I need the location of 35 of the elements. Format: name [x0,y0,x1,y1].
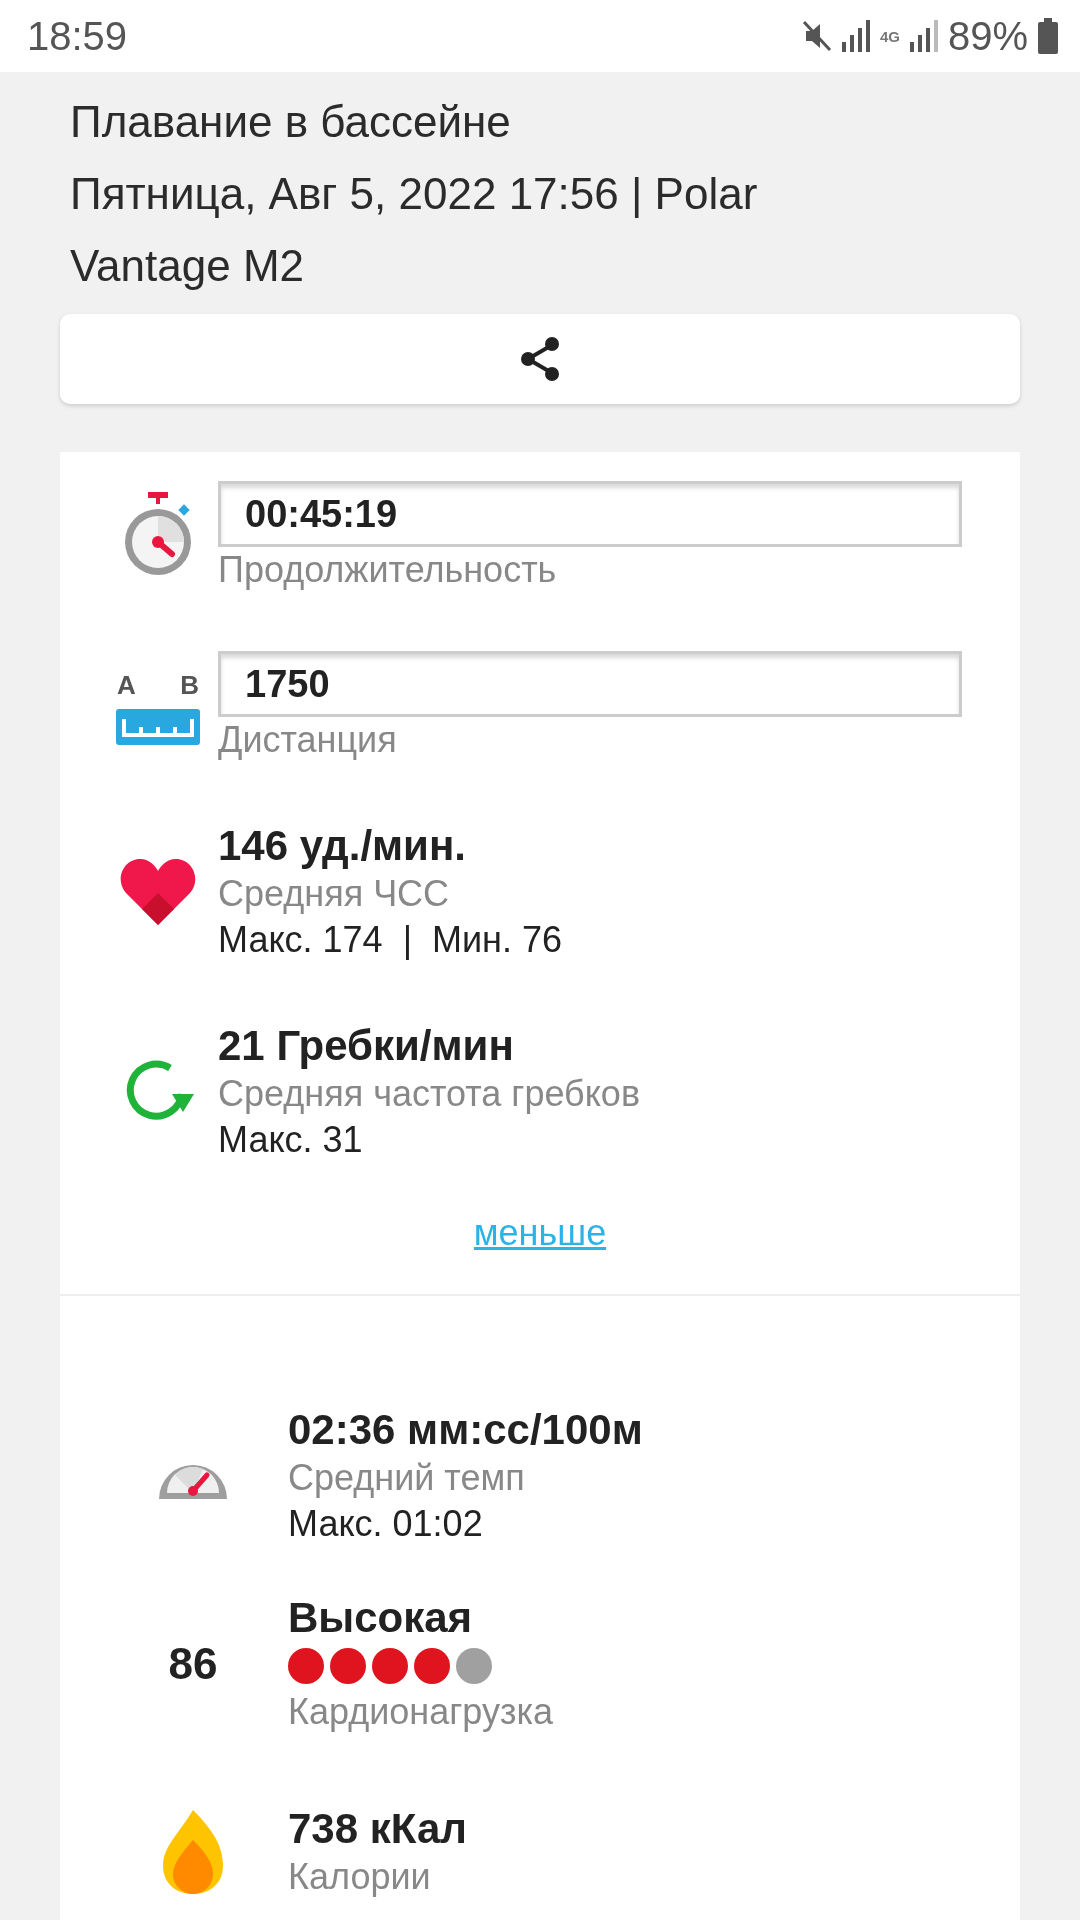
metric-detail: Макс. 31 [218,1118,364,1162]
metric-value: 21 Гребки/мин [218,1021,515,1071]
heart-icon [120,857,196,927]
metric-label: Средняя частота гребков [218,1072,641,1116]
flame-icon [163,1810,223,1894]
share-button[interactable] [60,314,1020,404]
metric-detail: Макс. 174 | Мин. 76 [218,918,564,962]
metric-detail: Макс. 01:02 [288,1502,484,1546]
cardio-load-score: 86 [168,1639,218,1689]
metric-label: Кардионагрузка [288,1690,555,1734]
network-type: 4G [879,27,900,45]
battery-icon [1038,18,1058,54]
ruler-letter: A [117,669,136,701]
ruler-letter: B [180,669,199,701]
signal-icon [909,20,938,52]
metric-value: 02:36 мм:сс/100м [288,1405,644,1455]
battery-percent: 89% [947,13,1028,59]
workout-subtitle: Пятница, Авг 5, 2022 17:56 | Polar Vantage M2 [70,168,759,292]
workout-title: Плавание в бассейне [70,96,512,148]
metric-label: Дистанция [218,718,398,762]
metric-value: Высокая [288,1593,474,1643]
value-field: 00:45:19 [218,481,962,547]
less-link[interactable]: меньше [473,1212,607,1254]
metric-label: Средняя ЧСС [218,872,451,916]
mute-icon [801,20,832,52]
metric-label: Средний темп [288,1456,526,1500]
value-field: 1750 [218,651,962,717]
signal-icon [841,20,870,52]
ruler-icon [116,708,200,745]
share-icon [520,337,560,381]
metric-value: 738 кКал [288,1804,468,1854]
metric-label: Калории [288,1855,432,1899]
clock-time: 18:59 [27,13,129,59]
metric-label: Продолжительность [218,548,558,592]
metric-value: 146 уд./мин. [218,821,467,871]
